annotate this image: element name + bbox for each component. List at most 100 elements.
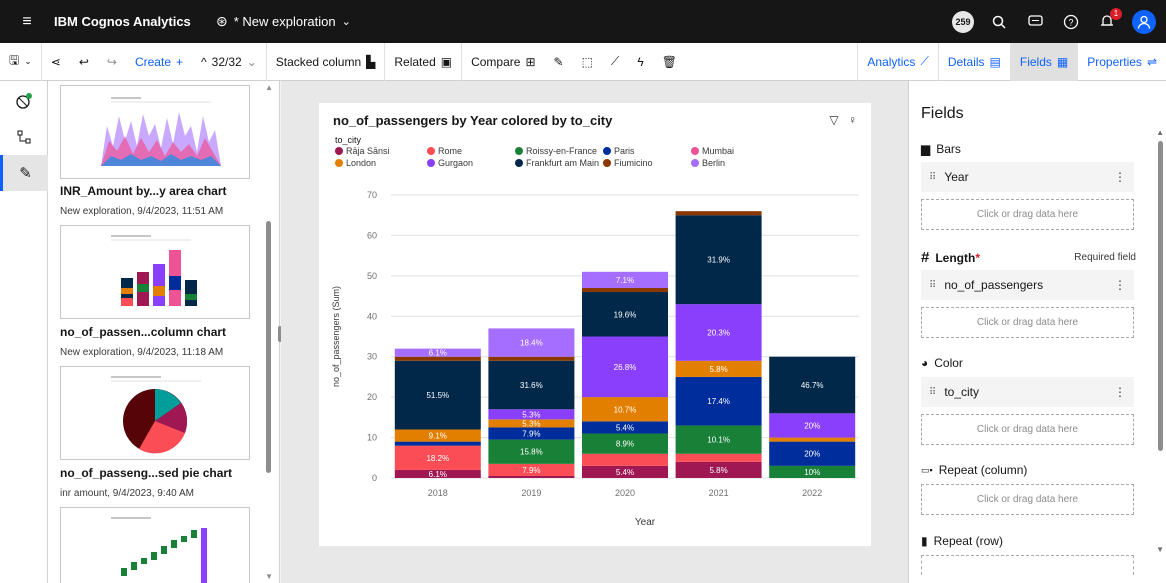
focus-icon[interactable]: ⬚	[573, 43, 602, 81]
related-button[interactable]: Related ▣	[385, 43, 461, 81]
repeat-row-drop-zone[interactable]	[921, 555, 1134, 575]
related-label: Related	[394, 54, 436, 69]
bars-label: Bars	[936, 142, 961, 156]
drag-handle-icon[interactable]: ⠿	[929, 280, 936, 291]
properties-tab[interactable]: Properties ⇌	[1078, 43, 1166, 81]
scroll-down-icon[interactable]: ▼	[265, 572, 273, 581]
fields-scrollbar[interactable]	[1158, 141, 1163, 451]
repeat-row-icon: ▮	[921, 534, 928, 548]
share-icon[interactable]: ⋖	[42, 43, 70, 81]
drop-zone-text: Click or drag data here	[976, 317, 1079, 328]
bar-chart-icon: ▆	[921, 142, 931, 156]
undo-icon[interactable]: ↩	[70, 43, 98, 81]
create-label: Create	[134, 54, 171, 69]
chevron-down-icon[interactable]: ⌄	[342, 15, 351, 28]
insights-icon[interactable]: ϟ	[628, 43, 652, 81]
visualization-card[interactable]: no_of_passengers by Year colored by to_c…	[319, 103, 871, 546]
x-tick-label: 2020	[615, 488, 635, 498]
analytics-tab[interactable]: Analytics ⟋	[858, 43, 937, 81]
history-item-title[interactable]: no_of_passen...column chart	[60, 325, 226, 339]
drag-handle-icon[interactable]: ⠿	[929, 387, 936, 398]
help-icon[interactable]: ?	[1060, 11, 1082, 33]
data-label: 5.4%	[616, 423, 634, 432]
bar-segment	[675, 211, 762, 216]
related-icon: ▣	[440, 54, 453, 69]
overflow-menu-icon[interactable]: ⋮	[1114, 385, 1126, 399]
data-label: 20%	[804, 450, 820, 459]
scroll-up-icon[interactable]: ▲	[265, 83, 273, 92]
history-item-title[interactable]: no_of_passeng...sed pie chart	[60, 466, 232, 480]
repeat-column-icon: ▭▪	[921, 464, 933, 475]
compare-button[interactable]: Compare ⊞	[462, 43, 544, 81]
overflow-menu-icon[interactable]: ⋮	[1114, 278, 1126, 292]
fields-tab[interactable]: Fields ▦	[1010, 42, 1078, 81]
trend-icon[interactable]: ⟋	[602, 43, 628, 81]
bars-field-slot[interactable]: ⠿ Year ⋮	[921, 162, 1134, 192]
notification-bell-icon[interactable]: 1	[1096, 7, 1122, 33]
visualization-type-button[interactable]: Stacked column ▙	[267, 43, 385, 81]
bars-drop-zone[interactable]: Click or drag data here	[921, 199, 1134, 230]
length-field-value: no_of_passengers	[944, 278, 1044, 292]
length-label: Length	[935, 250, 976, 265]
data-label: 10.1%	[707, 436, 730, 445]
create-button[interactable]: Create +	[126, 43, 192, 81]
compare-icon: ⊞	[525, 54, 536, 69]
count-badge[interactable]: 259	[952, 10, 974, 33]
history-item-title[interactable]: INR_Amount by...y area chart	[60, 184, 227, 198]
chevron-down-icon[interactable]: ⌄	[247, 55, 257, 69]
data-label: 7.9%	[522, 430, 540, 439]
pin-icon[interactable]: ✎	[545, 43, 573, 81]
color-palette-icon: ◕	[921, 356, 929, 370]
history-scrollbar[interactable]	[266, 221, 271, 473]
color-field-slot[interactable]: ⠿ to_city ⋮	[921, 377, 1134, 407]
left-rail: ✎	[0, 81, 48, 583]
fields-panel-title: Fields	[921, 105, 964, 122]
data-label: 5.8%	[709, 365, 727, 374]
details-label: Details	[947, 54, 985, 69]
analytics-icon: ⟋	[920, 54, 929, 68]
bar-segment	[394, 441, 481, 446]
data-label: 7.9%	[522, 466, 540, 475]
data-label: 6.1%	[429, 470, 447, 479]
details-tab[interactable]: Details ▤	[939, 43, 1010, 81]
scroll-up-icon[interactable]: ▲	[1156, 128, 1164, 137]
required-asterisk: *	[975, 250, 981, 265]
history-thumbnail[interactable]	[60, 85, 250, 179]
analytics-label: Analytics	[867, 54, 916, 69]
stacked-column-icon: ▙	[366, 54, 376, 69]
redo-icon[interactable]: ↪	[98, 43, 126, 81]
data-label: 15.8%	[520, 448, 543, 457]
data-label: 6.1%	[429, 349, 447, 358]
user-avatar-icon[interactable]	[1132, 9, 1156, 34]
scroll-down-icon[interactable]: ▼	[1156, 545, 1164, 554]
pin-icon[interactable]: ✎	[0, 155, 48, 191]
page-navigator[interactable]: ^ 32/32 ⌄	[192, 43, 266, 81]
repeat-column-drop-zone[interactable]: Click or drag data here	[921, 484, 1134, 515]
length-drop-zone[interactable]: Click or drag data here	[921, 307, 1134, 338]
data-sources-icon[interactable]	[0, 83, 48, 119]
page-counter: 32/32	[211, 54, 242, 69]
chevron-up-icon[interactable]: ^	[201, 55, 207, 69]
history-thumbnail[interactable]	[60, 366, 250, 460]
drag-handle-icon[interactable]: ⠿	[929, 172, 936, 183]
color-section: ◕ Color	[921, 356, 1136, 370]
history-thumbnail[interactable]	[60, 507, 250, 583]
delete-icon[interactable]: 🗑	[653, 43, 686, 81]
hamburger-icon[interactable]: ≡	[0, 13, 54, 31]
overflow-menu-icon[interactable]: ⋮	[1114, 170, 1126, 184]
save-icon[interactable]: 🖫 ⌄	[0, 43, 41, 81]
visualization-type-label: Stacked column	[275, 54, 362, 69]
hierarchy-icon[interactable]	[0, 119, 48, 155]
data-label: 5.4%	[616, 468, 634, 477]
color-drop-zone[interactable]: Click or drag data here	[921, 414, 1134, 445]
bar-segment	[488, 475, 575, 478]
color-label: Color	[934, 356, 963, 370]
data-label: 51.5%	[426, 391, 449, 400]
search-icon[interactable]	[988, 11, 1010, 33]
length-field-slot[interactable]: ⠿ no_of_passengers ⋮	[921, 270, 1134, 300]
data-label: 5.3%	[522, 419, 540, 428]
notification-count: 1	[1110, 7, 1122, 20]
history-thumbnail[interactable]	[60, 225, 250, 319]
exploration-tab[interactable]: ⊛ * New exploration ⌄	[216, 13, 351, 30]
chat-icon[interactable]	[1024, 11, 1046, 33]
